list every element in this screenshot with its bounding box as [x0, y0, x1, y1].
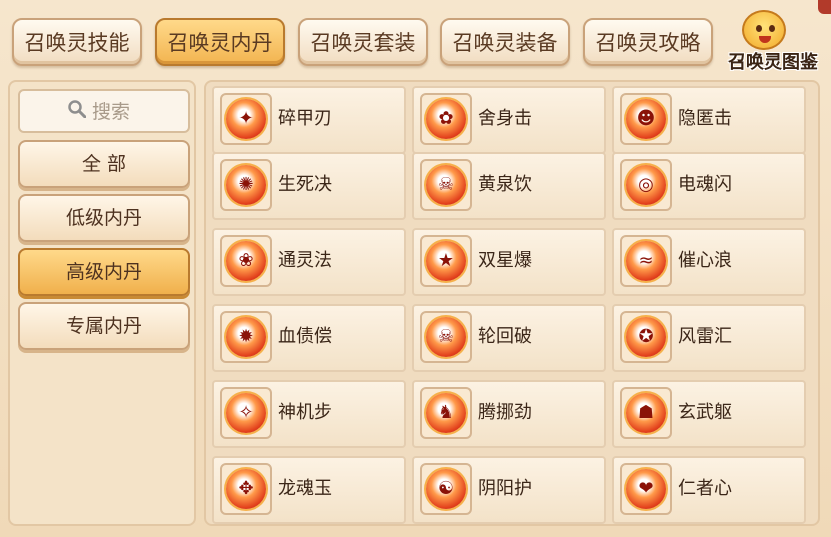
inner-core-item[interactable]: ≈ 催心浪 — [612, 228, 806, 296]
item-name: 神机步 — [278, 402, 332, 423]
item-name: 生死决 — [278, 174, 332, 195]
inner-core-item[interactable]: ☠ 轮回破 — [412, 304, 606, 372]
item-icon-frame: ☠ — [420, 159, 472, 211]
item-icon-frame: ☗ — [620, 387, 672, 439]
category-low-button[interactable]: 低级内丹 — [18, 194, 190, 242]
item-icon-frame: ♞ — [420, 387, 472, 439]
tab-equipment[interactable]: 召唤灵装备 — [440, 18, 570, 66]
item-name: 隐匿击 — [678, 108, 732, 129]
yinyang-orb-icon: ☯ — [426, 469, 466, 509]
inner-core-item[interactable]: ☗ 玄武躯 — [612, 380, 806, 448]
item-icon-frame: ☠ — [420, 311, 472, 363]
inner-core-item[interactable]: ✦ 碎甲刃 — [212, 86, 406, 154]
item-icon-frame: ❤ — [620, 463, 672, 515]
item-name: 血债偿 — [278, 326, 332, 347]
item-name: 阴阳护 — [478, 478, 532, 499]
inner-core-item[interactable]: ✪ 风雷汇 — [612, 304, 806, 372]
spiral-orb-icon: ◎ — [626, 165, 666, 205]
inner-core-item[interactable]: ✹ 血债偿 — [212, 304, 406, 372]
item-name: 玄武躯 — [678, 402, 732, 423]
item-icon-frame: ✹ — [220, 311, 272, 363]
item-icon-frame: ✪ — [620, 311, 672, 363]
blade-orb-icon: ✦ — [226, 99, 266, 139]
mask-orb-icon: ☻ — [626, 99, 666, 139]
demon-orb-icon: ☠ — [426, 165, 466, 205]
wave-orb-icon: ≈ — [626, 241, 666, 281]
star-orb-icon: ★ — [426, 241, 466, 281]
wing-orb-icon: ✧ — [226, 393, 266, 433]
category-sidebar: 搜索 全 部 低级内丹 高级内丹 专属内丹 — [8, 80, 196, 526]
encyclopedia-badge[interactable]: 召唤灵图鉴 — [718, 6, 828, 73]
item-icon-frame: ☯ — [420, 463, 472, 515]
item-icon-frame: ★ — [420, 235, 472, 287]
item-name: 轮回破 — [478, 326, 532, 347]
item-name: 舍身击 — [478, 108, 532, 129]
gear-orb-icon: ✹ — [226, 317, 266, 357]
mascot-face-icon — [742, 10, 786, 50]
skull-orb-icon: ☠ — [426, 317, 466, 357]
inner-core-item[interactable]: ❤ 仁者心 — [612, 456, 806, 524]
inner-core-item[interactable]: ✺ 生死决 — [212, 152, 406, 220]
item-name: 黄泉饮 — [478, 174, 532, 195]
item-name: 催心浪 — [678, 250, 732, 271]
category-high-button[interactable]: 高级内丹 — [18, 248, 190, 296]
item-name: 通灵法 — [278, 250, 332, 271]
swirl-orb-icon: ✺ — [226, 165, 266, 205]
item-icon-frame: ≈ — [620, 235, 672, 287]
item-name: 电魂闪 — [678, 174, 732, 195]
close-corner-icon[interactable] — [818, 0, 831, 14]
tab-inner-core[interactable]: 召唤灵内丹 — [155, 18, 285, 66]
inner-core-item[interactable]: ✥ 龙魂玉 — [212, 456, 406, 524]
item-icon-frame: ✺ — [220, 159, 272, 211]
tab-sets[interactable]: 召唤灵套装 — [298, 18, 428, 66]
item-icon-frame: ✦ — [220, 93, 272, 145]
search-icon — [68, 100, 86, 118]
item-icon-frame: ◎ — [620, 159, 672, 211]
storm-orb-icon: ✪ — [626, 317, 666, 357]
item-name: 龙魂玉 — [278, 478, 332, 499]
item-name: 风雷汇 — [678, 326, 732, 347]
heart-orb-icon: ❤ — [626, 469, 666, 509]
item-name: 仁者心 — [678, 478, 732, 499]
item-icon-frame: ✧ — [220, 387, 272, 439]
item-icon-frame: ✥ — [220, 463, 272, 515]
category-all-button[interactable]: 全 部 — [18, 140, 190, 188]
inner-core-item[interactable]: ❀ 通灵法 — [212, 228, 406, 296]
item-icon-frame: ✿ — [420, 93, 472, 145]
figure-orb-icon: ♞ — [426, 393, 466, 433]
item-name: 双星爆 — [478, 250, 532, 271]
encyclopedia-badge-label: 召唤灵图鉴 — [728, 52, 818, 73]
tab-skills[interactable]: 召唤灵技能 — [12, 18, 142, 66]
inner-core-item[interactable]: ★ 双星爆 — [412, 228, 606, 296]
inner-core-item[interactable]: ☯ 阴阳护 — [412, 456, 606, 524]
inner-core-item[interactable]: ◎ 电魂闪 — [612, 152, 806, 220]
spirit-orb-icon: ❀ — [226, 241, 266, 281]
item-name: 腾挪劲 — [478, 402, 532, 423]
tab-guide[interactable]: 召唤灵攻略 — [583, 18, 713, 66]
inner-core-grid: ✦ 碎甲刃 ✿ 舍身击 ☻ 隐匿击 ✺ 生死决 ☠ 黄泉饮 ◎ 电魂闪 ❀ 通灵法 ★ 双星爆 ≈ 催心浪 ✹ 血债偿… — [204, 80, 820, 526]
inner-core-item[interactable]: ✿ 舍身击 — [412, 86, 606, 154]
item-icon-frame: ❀ — [220, 235, 272, 287]
turtle-orb-icon: ☗ — [626, 393, 666, 433]
inner-core-item[interactable]: ✧ 神机步 — [212, 380, 406, 448]
item-icon-frame: ☻ — [620, 93, 672, 145]
inner-core-item[interactable]: ☻ 隐匿击 — [612, 86, 806, 154]
dragon-orb-icon: ✥ — [226, 469, 266, 509]
encyclopedia-panel: 召唤灵技能 召唤灵内丹 召唤灵套装 召唤灵装备 召唤灵攻略 召唤灵图鉴 搜索 全… — [0, 0, 831, 537]
search-placeholder: 搜索 — [92, 101, 131, 123]
inner-core-item[interactable]: ☠ 黄泉饮 — [412, 152, 606, 220]
search-input[interactable]: 搜索 — [18, 89, 190, 133]
item-name: 碎甲刃 — [278, 108, 332, 129]
category-exclusive-button[interactable]: 专属内丹 — [18, 302, 190, 350]
paw-orb-icon: ✿ — [426, 99, 466, 139]
inner-core-item[interactable]: ♞ 腾挪劲 — [412, 380, 606, 448]
